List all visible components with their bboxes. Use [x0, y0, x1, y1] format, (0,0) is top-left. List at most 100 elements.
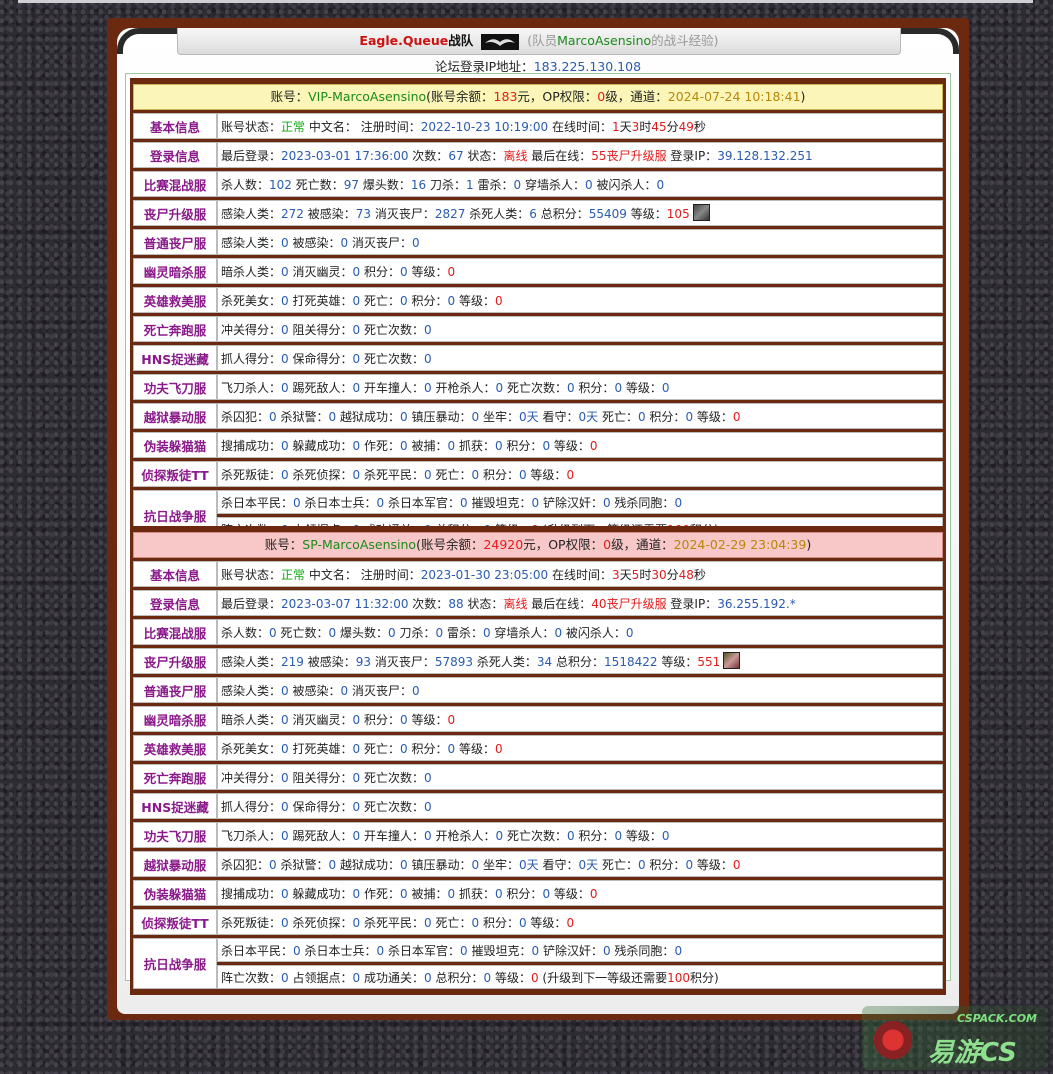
row-war-1: 抗日战争服 杀日本平民：0 杀日本士兵：0 杀日本军官：0 摧毁坦克：0 铲除汉…: [133, 490, 943, 541]
row-zombie-upgrade: 丧尸升级服 感染人类：219 被感染：93 消灭丧尸：57893 杀死人类：34…: [133, 648, 943, 674]
row-zombie-upgrade: 丧尸升级服 感染人类：272 被感染：73 消灭丧尸：2827 杀死人类：6 总…: [133, 200, 943, 226]
row-label: 幽灵暗杀服: [133, 258, 217, 284]
row-value: 杀死叛徒：0 杀死侦探：0 杀死平民：0 死亡：0 积分：0 等级：0: [217, 461, 943, 487]
panel-corner-left: [117, 28, 177, 54]
row-value: 杀死美女：0 打死英雄：0 死亡：0 积分：0 等级：0: [217, 287, 943, 313]
account-header: 账号：VIP-MarcoAsensino(账号余额：183元，OP权限：0级，通…: [133, 84, 943, 110]
row-value: 暗杀人类：0 消灭幽灵：0 积分：0 等级：0: [217, 706, 943, 732]
row-ghost: 幽灵暗杀服 暗杀人类：0 消灭幽灵：0 积分：0 等级：0: [133, 258, 943, 284]
account-block-vip: 账号：VIP-MarcoAsensino(账号余额：183元，OP权限：0级，通…: [130, 78, 946, 547]
watermark-logo-icon: [868, 1016, 918, 1064]
account-balance: 24920: [483, 537, 524, 552]
level-badge-icon: [723, 652, 741, 669]
row-value: 杀囚犯：0 杀狱警：0 越狱成功：0 镇压暴动：0 坐牢：0天 看守：0天 死亡…: [217, 403, 943, 429]
row-war-2: 阵亡次数：0 占领据点：0 成功通关：0 总积分：0 等级：0 (升级到下一等级…: [133, 965, 943, 989]
row-value: 感染人类：219 被感染：93 消灭丧尸：57893 杀死人类：34 总积分：1…: [217, 648, 943, 674]
row-login: 登录信息 最后登录：2023-03-07 11:32:00 次数：88 状态：离…: [133, 590, 943, 616]
row-value: 抓人得分：0 保命得分：0 死亡次数：0: [217, 345, 943, 371]
row-jail: 越狱暴动服 杀囚犯：0 杀狱警：0 越狱成功：0 镇压暴动：0 坐牢：0天 看守…: [133, 403, 943, 429]
row-label: 伪装躲猫猫: [133, 432, 217, 458]
site-watermark: CSPACK.COM 易游CS: [862, 1006, 1047, 1070]
watermark-url: CSPACK.COM: [957, 1012, 1037, 1025]
row-hns: HNS捉迷藏 抓人得分：0 保命得分：0 死亡次数：0: [133, 345, 943, 371]
forum-ip-value: 183.225.130.108: [533, 59, 642, 74]
row-label: 伪装躲猫猫: [133, 880, 217, 906]
level-badge-icon: [692, 204, 710, 221]
row-label: 丧尸升级服: [133, 648, 217, 674]
row-label: HNS捉迷藏: [133, 345, 217, 371]
row-label: 丧尸升级服: [133, 200, 217, 226]
row-value: 杀死美女：0 打死英雄：0 死亡：0 积分：0 等级：0: [217, 735, 943, 761]
row-login: 登录信息 最后登录：2023-03-01 17:36:00 次数：67 状态：离…: [133, 142, 943, 168]
row-value: 感染人类：0 被感染：0 消灭丧尸：0: [217, 229, 943, 255]
row-label: 越狱暴动服: [133, 851, 217, 877]
row-label: 登录信息: [133, 590, 217, 616]
team-emblem-icon: [481, 33, 520, 50]
row-label: 普通丧尸服: [133, 677, 217, 703]
row-label: HNS捉迷藏: [133, 793, 217, 819]
row-war-1: 抗日战争服 杀日本平民：0 杀日本士兵：0 杀日本军官：0 摧毁坦克：0 铲除汉…: [133, 938, 943, 989]
row-label: 功夫飞刀服: [133, 822, 217, 848]
row-value: 杀死叛徒：0 杀死侦探：0 杀死平民：0 死亡：0 积分：0 等级：0: [217, 909, 943, 935]
forum-ip-label: 论坛登录IP地址：: [434, 59, 534, 74]
stats-panel: Eagle.Queue战队 (队员MarcoAsensino的战斗经验) 论坛登…: [117, 28, 959, 1014]
row-label: 登录信息: [133, 142, 217, 168]
row-value: 飞刀杀人：0 踢死敌人：0 开车撞人：0 开枪杀人：0 死亡次数：0 积分：0 …: [217, 822, 943, 848]
row-kungfu: 功夫飞刀服 飞刀杀人：0 踢死敌人：0 开车撞人：0 开枪杀人：0 死亡次数：0…: [133, 822, 943, 848]
row-value: 账号状态：正常 中文名： 注册时间：2022-10-23 10:19:00 在线…: [217, 113, 943, 139]
row-label: 死亡奔跑服: [133, 316, 217, 342]
member-note-prefix: (队员: [527, 33, 558, 48]
panel-title-tab: Eagle.Queue战队 (队员MarcoAsensino的战斗经验): [177, 28, 901, 55]
row-value: 搜捕成功：0 躲藏成功：0 作死：0 被捕：0 抓获：0 积分：0 等级：0: [217, 880, 943, 906]
account-name[interactable]: SP-MarcoAsensino: [302, 537, 416, 552]
row-death-run: 死亡奔跑服 冲关得分：0 阻关得分：0 死亡次数：0: [133, 316, 943, 342]
accounts-container: 账号：VIP-MarcoAsensino(账号余额：183元，OP权限：0级，通…: [125, 73, 951, 995]
op-level: 0: [603, 537, 612, 552]
row-prop-hunt: 伪装躲猫猫 搜捕成功：0 躲藏成功：0 作死：0 被捕：0 抓获：0 积分：0 …: [133, 432, 943, 458]
row-label: 抗日战争服: [133, 938, 217, 989]
watermark-text: 易游CS: [928, 1038, 1017, 1068]
row-death-run: 死亡奔跑服 冲关得分：0 阻关得分：0 死亡次数：0: [133, 764, 943, 790]
row-value: 冲关得分：0 阻关得分：0 死亡次数：0: [217, 316, 943, 342]
team-name[interactable]: Eagle.Queue: [359, 33, 448, 48]
row-ttt: 侦探叛徒TT 杀死叛徒：0 杀死侦探：0 杀死平民：0 死亡：0 积分：0 等级…: [133, 909, 943, 935]
account-table: 账号：VIP-MarcoAsensino(账号余额：183元，OP权限：0级，通…: [133, 81, 943, 544]
row-label: 侦探叛徒TT: [133, 461, 217, 487]
member-name[interactable]: MarcoAsensino: [557, 33, 651, 48]
account-balance: 183: [493, 89, 518, 104]
row-value: 账号状态：正常 中文名： 注册时间：2023-01-30 23:05:00 在线…: [217, 561, 943, 587]
row-value: 飞刀杀人：0 踢死敌人：0 开车撞人：0 开枪杀人：0 死亡次数：0 积分：0 …: [217, 374, 943, 400]
member-note-suffix: 的战斗经验): [651, 33, 719, 48]
row-value: 阵亡次数：0 占领据点：0 成功通关：0 总积分：0 等级：0 (升级到下一等级…: [217, 965, 943, 989]
row-label: 功夫飞刀服: [133, 374, 217, 400]
row-label: 死亡奔跑服: [133, 764, 217, 790]
row-label: 越狱暴动服: [133, 403, 217, 429]
row-label: 比赛混战服: [133, 619, 217, 645]
row-label: 英雄救美服: [133, 735, 217, 761]
account-table: 账号：SP-MarcoAsensino(账号余额：24920元，OP权限：0级，…: [133, 529, 943, 992]
account-block-sp: 账号：SP-MarcoAsensino(账号余额：24920元，OP权限：0级，…: [130, 526, 946, 995]
row-label: 基本信息: [133, 113, 217, 139]
row-ttt: 侦探叛徒TT 杀死叛徒：0 杀死侦探：0 杀死平民：0 死亡：0 积分：0 等级…: [133, 461, 943, 487]
row-jail: 越狱暴动服 杀囚犯：0 杀狱警：0 越狱成功：0 镇压暴动：0 坐牢：0天 看守…: [133, 851, 943, 877]
row-label: 侦探叛徒TT: [133, 909, 217, 935]
row-value: 杀人数：0 死亡数：0 爆头数：0 刀杀：0 雷杀：0 穿墙杀人：0 被闪杀人：…: [217, 619, 943, 645]
channel-date: 2024-02-29 23:04:39: [673, 537, 807, 552]
account-name[interactable]: VIP-MarcoAsensino: [308, 89, 426, 104]
row-value: 感染人类：0 被感染：0 消灭丧尸：0: [217, 677, 943, 703]
row-kungfu: 功夫飞刀服 飞刀杀人：0 踢死敌人：0 开车撞人：0 开枪杀人：0 死亡次数：0…: [133, 374, 943, 400]
row-basic: 基本信息 账号状态：正常 中文名： 注册时间：2022-10-23 10:19:…: [133, 113, 943, 139]
row-label: 基本信息: [133, 561, 217, 587]
top-scrollbar-line: [18, 0, 1033, 3]
row-label: 幽灵暗杀服: [133, 706, 217, 732]
row-value: 感染人类：272 被感染：73 消灭丧尸：2827 杀死人类：6 总积分：554…: [217, 200, 943, 226]
row-label: 英雄救美服: [133, 287, 217, 313]
row-hero: 英雄救美服 杀死美女：0 打死英雄：0 死亡：0 积分：0 等级：0: [133, 735, 943, 761]
row-ghost: 幽灵暗杀服 暗杀人类：0 消灭幽灵：0 积分：0 等级：0: [133, 706, 943, 732]
main-frame: Eagle.Queue战队 (队员MarcoAsensino的战斗经验) 论坛登…: [107, 18, 969, 1020]
row-match: 比赛混战服 杀人数：102 死亡数：97 爆头数：16 刀杀：1 雷杀：0 穿墙…: [133, 171, 943, 197]
row-basic: 基本信息 账号状态：正常 中文名： 注册时间：2023-01-30 23:05:…: [133, 561, 943, 587]
row-hero: 英雄救美服 杀死美女：0 打死英雄：0 死亡：0 积分：0 等级：0: [133, 287, 943, 313]
row-hns: HNS捉迷藏 抓人得分：0 保命得分：0 死亡次数：0: [133, 793, 943, 819]
row-label: 普通丧尸服: [133, 229, 217, 255]
